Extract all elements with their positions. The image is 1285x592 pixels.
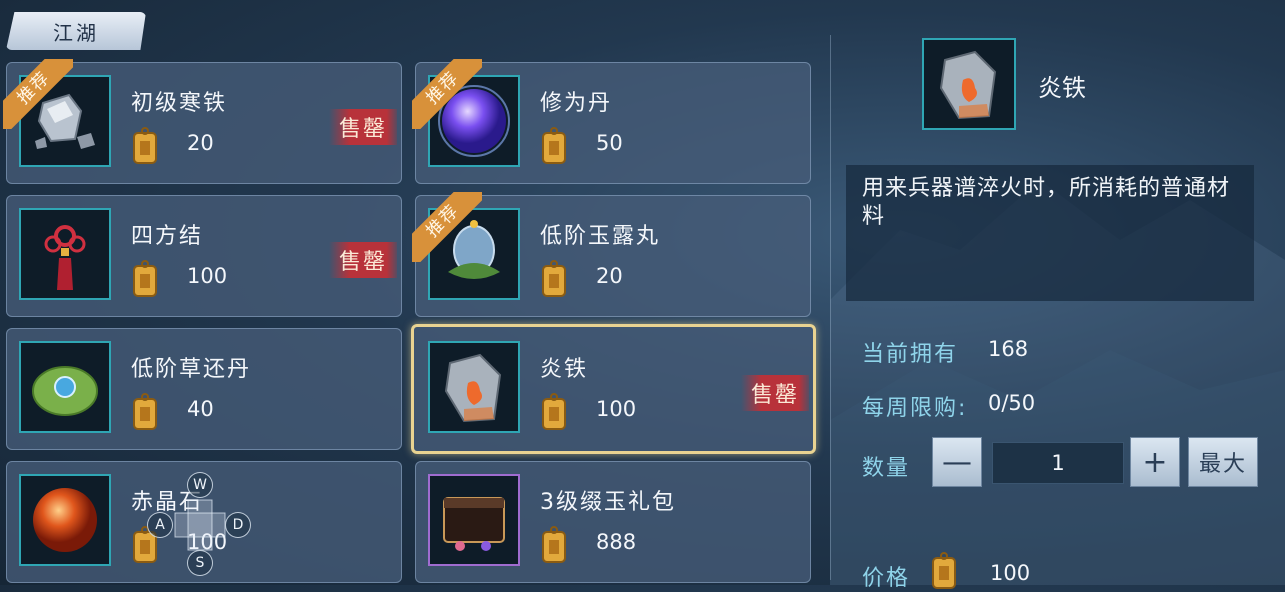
token-icon	[542, 127, 566, 164]
detail-item-name: 炎铁	[1038, 74, 1086, 102]
item-name: 初级寒铁	[131, 91, 228, 116]
token-icon	[133, 393, 157, 430]
item-name: 四方结	[131, 224, 204, 249]
sold-out-badge: 售罄	[328, 109, 397, 145]
token-icon	[542, 260, 566, 297]
item-price: 40	[187, 397, 214, 421]
gift-chest-icon	[443, 497, 505, 551]
recommend-ribbon: 推荐	[412, 192, 482, 262]
recommend-ribbon: 推荐	[412, 59, 482, 129]
token-icon	[932, 552, 956, 589]
red-crystal-icon	[33, 488, 97, 552]
sold-out-badge: 售罄	[740, 375, 809, 411]
item-icon-frame	[19, 341, 111, 433]
shop-item-card[interactable]: 推荐 初级寒铁 20 售罄	[3, 59, 402, 184]
token-icon	[542, 526, 566, 563]
item-price: 20	[187, 131, 214, 155]
item-icon-frame	[19, 474, 111, 566]
item-icon-frame	[428, 474, 520, 566]
shop-item-card[interactable]: 推荐 修为丹 50	[412, 59, 811, 184]
flame-iron-icon	[939, 50, 997, 120]
token-icon	[133, 260, 157, 297]
item-name: 低阶玉露丸	[540, 224, 661, 249]
tab-jianghu[interactable]: 江湖	[6, 12, 146, 50]
quantity-input[interactable]: 1	[992, 442, 1124, 484]
flame-iron-icon	[444, 353, 502, 423]
item-name: 炎铁	[540, 357, 589, 382]
item-description: 用来兵器谱淬火时，所消耗的普通材料	[846, 165, 1254, 301]
item-price: 20	[596, 264, 623, 288]
quantity-decrease-button[interactable]: —	[932, 437, 982, 487]
owned-label: 当前拥有	[862, 342, 959, 367]
token-icon	[542, 393, 566, 430]
panel-divider	[830, 35, 831, 580]
herb-pill-icon	[32, 366, 98, 416]
item-name: 3级缀玉礼包	[540, 490, 676, 515]
shop-item-card[interactable]: 低阶草还丹 40	[6, 328, 402, 450]
shop-item-card-selected[interactable]: 炎铁 100 售罄	[411, 324, 816, 454]
detail-item-icon-frame	[922, 38, 1016, 130]
item-icon-frame	[19, 208, 111, 300]
item-icon-frame	[428, 341, 520, 433]
item-price: 50	[596, 131, 623, 155]
price-value: 100	[990, 561, 1031, 585]
sold-out-badge: 售罄	[328, 242, 397, 278]
quantity-max-button[interactable]: 最大	[1188, 437, 1258, 487]
item-name: 修为丹	[540, 91, 613, 116]
key-w[interactable]: W	[187, 472, 213, 498]
item-price: 100	[596, 397, 637, 421]
tab-label: 江湖	[53, 20, 99, 45]
item-name: 低阶草还丹	[131, 357, 252, 382]
owned-value: 168	[988, 337, 1029, 361]
price-label: 价格	[862, 566, 911, 591]
token-icon	[133, 127, 157, 164]
key-s[interactable]: S	[187, 550, 213, 576]
quantity-label: 数量	[862, 456, 911, 481]
weekly-limit-value: 0/50	[988, 391, 1036, 415]
item-price: 888	[596, 530, 637, 554]
knot-charm-icon	[44, 225, 86, 290]
wasd-control-overlay[interactable]: W A D S	[145, 470, 255, 580]
shop-item-card[interactable]: 3级缀玉礼包 888	[415, 461, 811, 583]
recommend-ribbon: 推荐	[3, 59, 73, 129]
shop-item-card[interactable]: 推荐 低阶玉露丸 20	[412, 192, 811, 317]
key-a[interactable]: A	[147, 512, 173, 538]
weekly-limit-label: 每周限购:	[862, 396, 968, 421]
quantity-increase-button[interactable]: +	[1130, 437, 1180, 487]
item-price: 100	[187, 264, 228, 288]
key-d[interactable]: D	[225, 512, 251, 538]
shop-item-card[interactable]: 四方结 100 售罄	[6, 195, 402, 317]
